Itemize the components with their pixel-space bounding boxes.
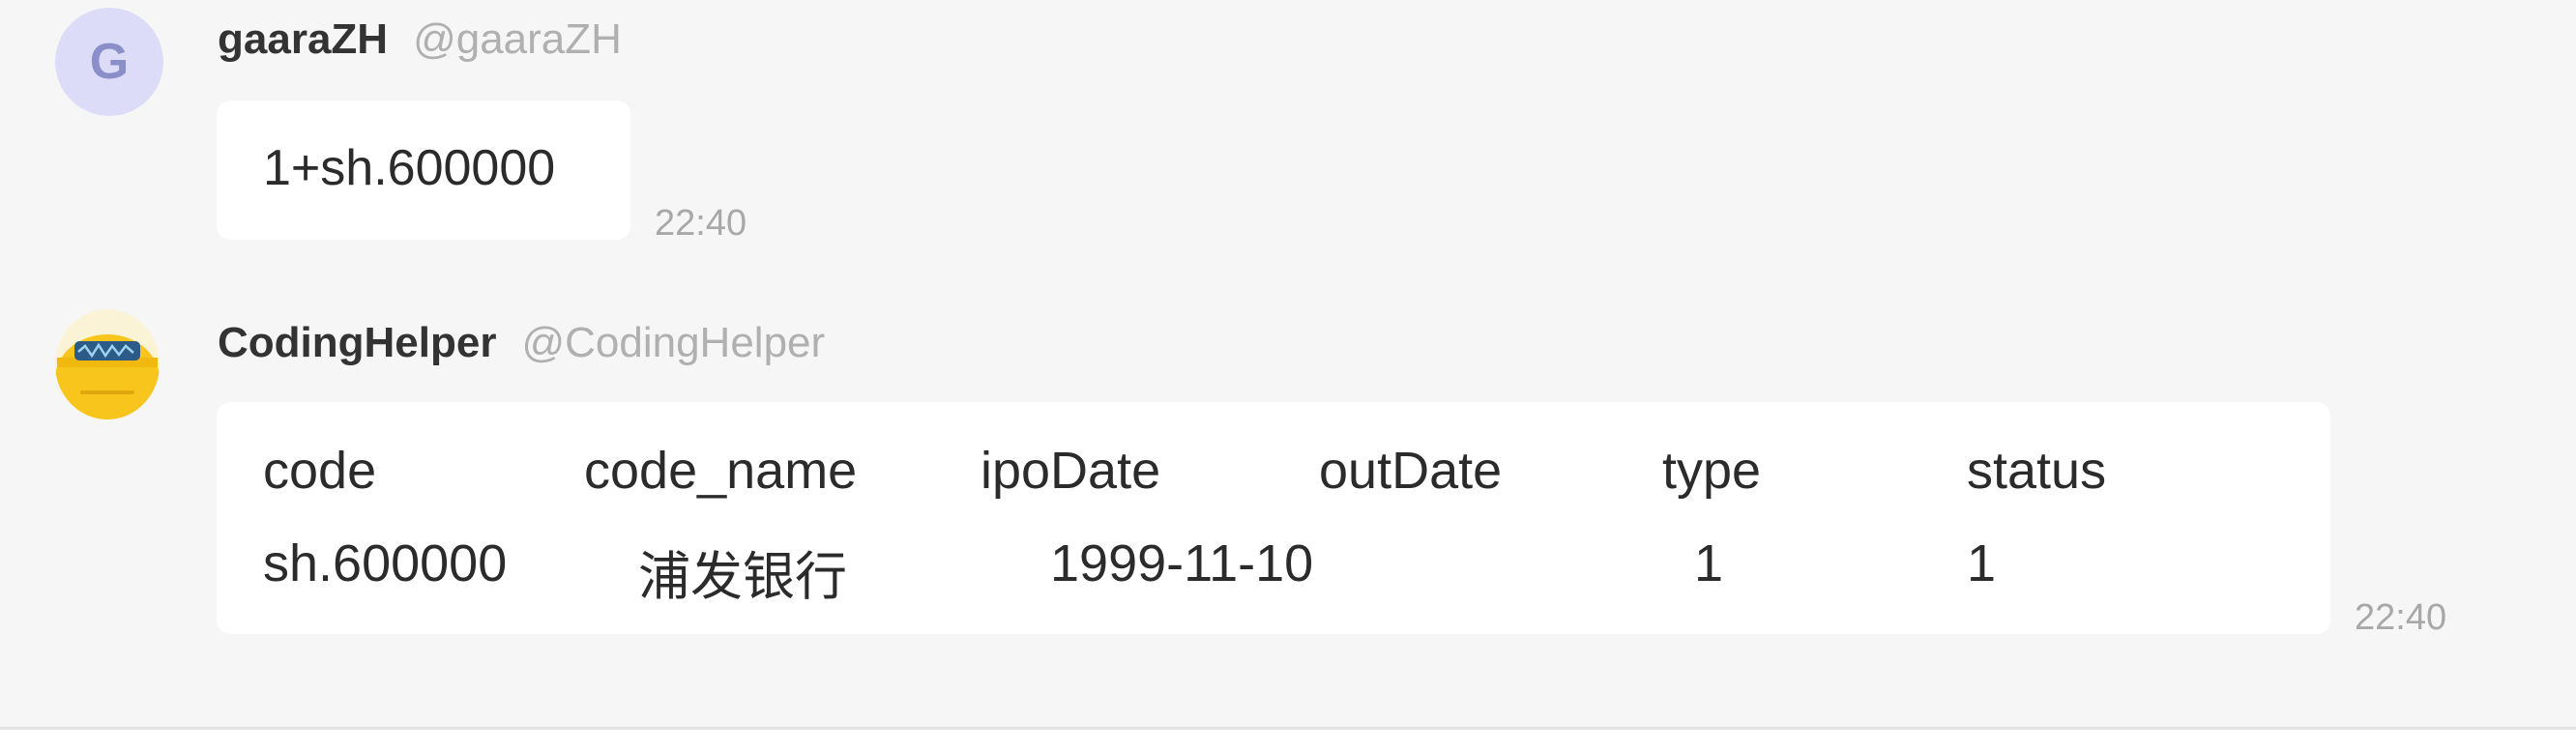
message-sender: CodingHelper @CodingHelper <box>218 319 825 367</box>
table-header-cell: type <box>1662 442 1762 500</box>
message-timestamp: 22:40 <box>655 203 747 244</box>
table-header-cell: code_name <box>584 442 858 500</box>
table-cell: 1999-11-10 <box>1050 534 1314 592</box>
avatar-letter: G <box>89 34 130 90</box>
sender-name[interactable]: CodingHelper <box>218 319 496 367</box>
message-composer-edge <box>0 730 2576 750</box>
message-sender: gaaraZH @gaaraZH <box>218 15 622 64</box>
message-bubble[interactable]: code code_name ipoDate outDate type stat… <box>217 402 2330 634</box>
message-bubble[interactable]: 1+sh.600000 <box>217 101 630 240</box>
bot-avatar[interactable] <box>55 309 160 419</box>
table-header-cell: code <box>263 442 377 500</box>
chat-message-list: G gaaraZH @gaaraZH 1+sh.600000 22:40 Cod… <box>0 0 2576 727</box>
user-avatar[interactable]: G <box>55 8 163 116</box>
sender-name[interactable]: gaaraZH <box>218 15 388 64</box>
message-text: 1+sh.600000 <box>263 140 556 196</box>
yellow-bot-avatar-icon <box>55 334 160 419</box>
sender-handle[interactable]: @CodingHelper <box>521 319 825 367</box>
table-cell: 1 <box>1694 534 1724 592</box>
table-cell: sh.600000 <box>263 534 508 592</box>
message-timestamp: 22:40 <box>2355 597 2447 638</box>
table-header-cell: ipoDate <box>981 442 1161 500</box>
table-cell: 1 <box>1967 534 1997 592</box>
table-cell: 浦发银行 <box>638 548 847 606</box>
table-header-cell: outDate <box>1319 442 1503 500</box>
sender-handle[interactable]: @gaaraZH <box>413 15 622 64</box>
table-header-cell: status <box>1967 442 2107 500</box>
